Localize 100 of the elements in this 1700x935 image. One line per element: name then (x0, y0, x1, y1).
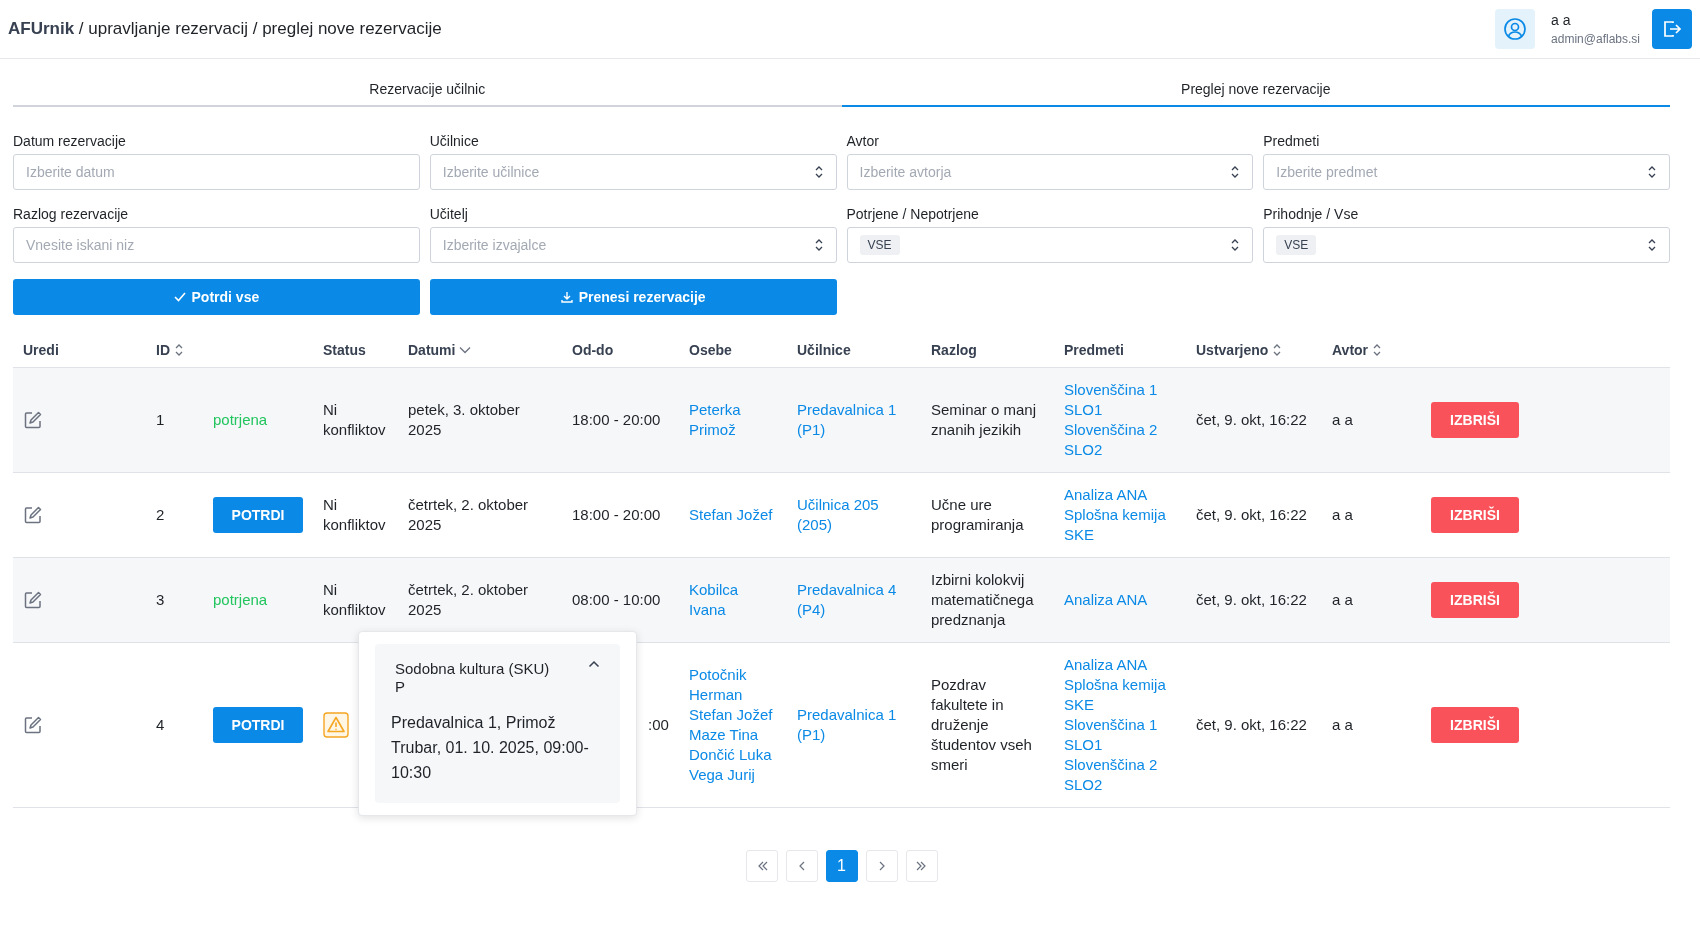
text-input[interactable]: Izberite datum (26, 164, 407, 180)
reason-text: Učne ure programiranja (931, 495, 1025, 535)
delete-button[interactable]: IZBRIŠI (1431, 497, 1519, 533)
conflict-text: Ni konfliktov (323, 400, 387, 440)
person-link[interactable]: Maze Tina (689, 725, 777, 745)
reason-text: Pozdrav fakultete in druženje študentov vseh smeri (931, 675, 1033, 775)
person-link[interactable]: Dončić Luka (689, 745, 777, 765)
filter-label: Potrjene / Nepotrjene (846, 206, 980, 222)
author-text: a a (1332, 715, 1353, 735)
classroom-link[interactable]: Predavalnica 1 (P1) (797, 400, 911, 440)
conflict-details: Predavalnica 1, Primož Trubar, 01. 10. 2025, 09:00-10:30 (391, 713, 590, 783)
created-text: čet, 9. okt, 16:22 (1196, 410, 1307, 430)
id-text: 1 (156, 410, 165, 430)
subject-link[interactable]: Slovenščina 2 (1064, 420, 1158, 440)
avatar-icon[interactable] (1495, 9, 1536, 49)
column-header[interactable]: Uredi (23, 342, 59, 358)
classroom-link[interactable]: Predavalnica 1 (P1) (797, 705, 911, 745)
person-link[interactable]: Potočnik Herman (689, 665, 777, 705)
created-text: čet, 9. okt, 16:22 (1196, 590, 1307, 610)
page-button[interactable]: 1 (825, 850, 858, 882)
person-link[interactable]: Kobilca Ivana (689, 580, 777, 620)
sort-icon[interactable] (1372, 343, 1383, 357)
filter-label: Prihodnje / Vse (1263, 206, 1360, 222)
column-header[interactable]: Razlog (931, 342, 977, 358)
column-header[interactable]: Avtor (1332, 342, 1369, 358)
subject-link[interactable]: Analiza ANA (1064, 655, 1166, 675)
select-field[interactable]: Izberite izvajalce (429, 227, 837, 263)
brand-name[interactable]: AFUrnik (8, 19, 75, 39)
column-header[interactable]: Učilnice (797, 342, 851, 358)
text-input[interactable]: Vnesite iskani niz (26, 237, 407, 253)
chevron-updown-icon (1230, 238, 1241, 252)
tab[interactable]: Preglej nove rezervacije (841, 81, 1670, 107)
column-header[interactable]: Status (323, 342, 366, 358)
subject-link[interactable]: Slovenščina 1 (1064, 715, 1166, 735)
select-field[interactable]: VSE (1263, 227, 1670, 263)
subject-link[interactable]: SLO1 (1064, 735, 1166, 755)
sort-icon[interactable] (174, 343, 184, 357)
subject-link[interactable]: SKE (1064, 695, 1166, 715)
person-link[interactable]: Stefan Jožef (689, 505, 773, 525)
logout-button[interactable] (1652, 9, 1692, 49)
subject-link[interactable]: SLO1 (1064, 400, 1158, 420)
column-header[interactable]: Ustvarjeno (1196, 342, 1269, 358)
column-header[interactable]: Od-do (572, 342, 614, 358)
select-field[interactable]: VSE (846, 227, 1254, 263)
select-field[interactable]: Izberite učilnice (429, 154, 837, 190)
chevron-updown-icon (1647, 238, 1657, 252)
chevron-up-icon[interactable] (588, 660, 600, 668)
user-email: admin@aflabs.si (1551, 32, 1640, 46)
tab[interactable]: Rezervacije učilnic (13, 81, 842, 107)
column-header[interactable]: Predmeti (1064, 342, 1124, 358)
edit-icon[interactable] (23, 505, 43, 525)
subject-link[interactable]: Analiza ANA (1064, 590, 1148, 610)
sort-icon[interactable] (1272, 343, 1283, 357)
person-link[interactable]: Vega Jurij (689, 765, 777, 785)
subject-link[interactable]: Slovenščina 2 (1064, 755, 1166, 775)
reason-text: Seminar o manj znanih jezikih (931, 400, 1038, 440)
column-header[interactable]: ID (156, 342, 170, 358)
delete-button[interactable]: IZBRIŠI (1431, 402, 1519, 438)
delete-button[interactable]: IZBRIŠI (1431, 707, 1519, 743)
subject-link[interactable]: Splošna kemija (1064, 675, 1166, 695)
edit-icon[interactable] (23, 590, 43, 610)
time-text: 08:00 - 10:00 (572, 590, 661, 610)
confirm-button[interactable]: POTRDI (213, 707, 303, 743)
filter-label: Datum rezervacije (13, 133, 127, 149)
subject-link[interactable]: SKE (1064, 525, 1166, 545)
subject-link[interactable]: Splošna kemija (1064, 505, 1166, 525)
logout-icon (1662, 19, 1682, 39)
confirm-button[interactable]: POTRDI (213, 497, 303, 533)
column-header[interactable]: Osebe (689, 342, 732, 358)
confirm-all-button[interactable]: Potrdi vse (13, 279, 420, 315)
download-button[interactable]: Prenesi rezervacije (429, 279, 837, 315)
subject-link[interactable]: SLO2 (1064, 775, 1166, 795)
chevron-updown-icon (813, 238, 824, 252)
person-link[interactable]: Peterka Primož (689, 400, 777, 440)
status-text: potrjena (213, 410, 268, 430)
person-link[interactable]: Stefan Jožef (689, 705, 777, 725)
reason-text: Izbirni kolokvij matematičnega predznanja (931, 570, 1035, 630)
classroom-link[interactable]: Predavalnica 4 (P4) (797, 580, 911, 620)
subject-link[interactable]: Slovenščina 1 (1064, 380, 1158, 400)
chevron-updown-icon (1230, 165, 1241, 179)
author-text: a a (1332, 505, 1353, 525)
subject-link[interactable]: Analiza ANA (1064, 485, 1166, 505)
conflict-text: Ni konfliktov (323, 495, 387, 535)
classroom-link[interactable]: Učilnica 205 (205) (797, 495, 911, 535)
date-text: četrtek, 2. oktober 2025 (408, 495, 530, 535)
check-icon (173, 292, 186, 302)
text-field[interactable]: Vnesite iskani niz (13, 227, 420, 263)
id-text: 4 (156, 715, 165, 735)
column-header[interactable]: Datumi (408, 342, 456, 358)
select-field[interactable]: Izberite avtorja (846, 154, 1254, 190)
edit-icon[interactable] (23, 715, 43, 735)
conflict-title[interactable]: Sodobna kultura (SKU) P (395, 660, 555, 696)
chevron-down-icon[interactable] (459, 346, 472, 354)
select-field[interactable]: Izberite predmet (1263, 154, 1670, 190)
delete-button[interactable]: IZBRIŠI (1431, 582, 1519, 618)
subject-link[interactable]: SLO2 (1064, 440, 1158, 460)
edit-icon[interactable] (23, 410, 43, 430)
user-name: a a (1551, 12, 1572, 28)
chevron-updown-icon (813, 165, 824, 179)
text-field[interactable]: Izberite datum (13, 154, 420, 190)
